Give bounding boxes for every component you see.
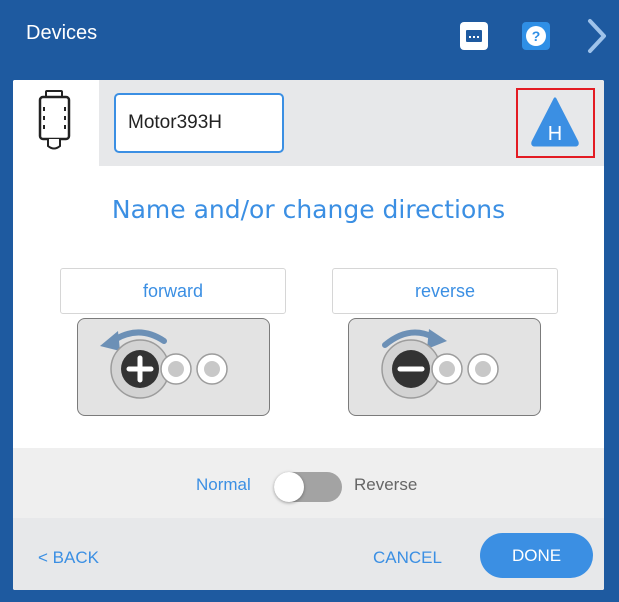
device-header: H [13, 80, 604, 166]
warning-highlight[interactable]: H [516, 88, 595, 158]
device-icon-tile [13, 80, 99, 166]
toggle-knob[interactable] [274, 472, 304, 502]
forward-label-field[interactable]: forward [60, 268, 286, 314]
title-bar: Devices ? [0, 0, 619, 70]
motor-393-icon [38, 90, 71, 150]
reverse-label-field[interactable]: reverse [332, 268, 558, 314]
warning-letter: H [548, 123, 562, 145]
page-heading: Name and/or change directions [111, 195, 506, 224]
devices-dialog: Devices ? Motor393H H Name and/or change… [0, 0, 619, 602]
done-button[interactable]: DONE [480, 533, 593, 578]
port-icon[interactable] [460, 22, 488, 50]
warning-triangle-icon: H [531, 97, 579, 147]
window-title: Devices [26, 22, 98, 44]
device-name-input[interactable] [114, 93, 284, 153]
toggle-label-normal: Normal [196, 475, 251, 494]
direction-toggle-switch[interactable] [274, 472, 342, 502]
back-button[interactable]: < BACK [38, 548, 99, 568]
rotate-minus-icon [381, 329, 499, 399]
forward-direction-card[interactable] [77, 318, 270, 416]
cancel-button[interactable]: CANCEL [373, 548, 442, 568]
rotate-plus-icon [100, 329, 228, 399]
toggle-label-reverse: Reverse [354, 475, 418, 494]
device-config-panel: H Name and/or change directions forward … [13, 80, 604, 590]
chevron-right-icon[interactable] [582, 18, 612, 54]
reverse-direction-card[interactable] [348, 318, 541, 416]
help-icon[interactable]: ? [522, 22, 550, 50]
